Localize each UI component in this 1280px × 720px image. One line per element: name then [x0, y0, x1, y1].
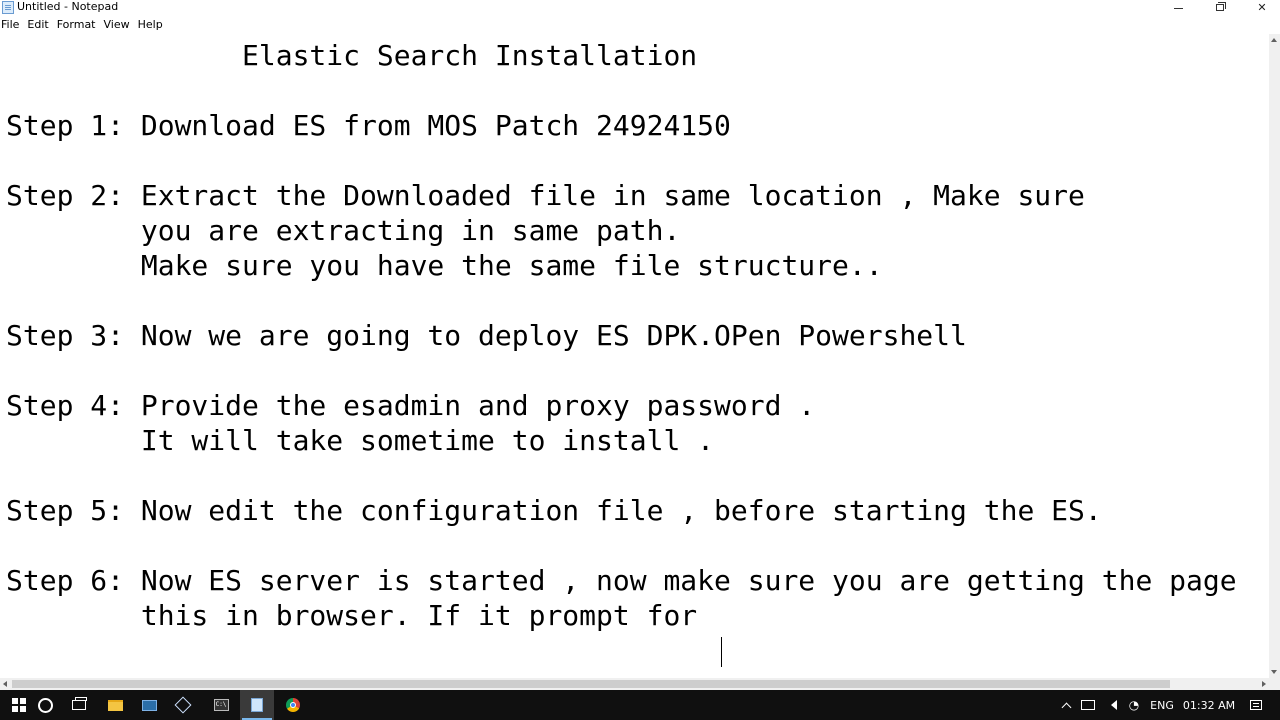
menu-bar: File Edit Format View Help — [0, 16, 1280, 34]
show-hidden-icons-button[interactable] — [1058, 690, 1074, 720]
notification-icon — [1250, 700, 1262, 710]
search-button[interactable] — [28, 690, 62, 720]
close-button[interactable]: ✕ — [1241, 0, 1280, 14]
wifi-tray-button[interactable]: ◔ — [1126, 690, 1142, 720]
chevron-up-icon — [1061, 702, 1071, 712]
title-bar[interactable]: Untitled - Notepad ✕ — [0, 0, 1280, 16]
minimize-button[interactable] — [1157, 0, 1199, 14]
horizontal-scroll-thumb[interactable] — [12, 680, 1170, 688]
speaker-icon — [1111, 700, 1117, 710]
network-tray-button[interactable] — [1078, 690, 1098, 720]
vertical-scrollbar[interactable] — [1269, 34, 1280, 678]
menu-view[interactable]: View — [104, 16, 136, 34]
scroll-down-icon[interactable] — [1271, 670, 1277, 674]
command-prompt-icon: C:\ — [213, 699, 229, 711]
taskbar-clock[interactable]: 01:32 AM — [1180, 690, 1238, 720]
network-icon — [1081, 700, 1095, 710]
language-indicator[interactable]: ENG — [1146, 690, 1178, 720]
minimize-icon — [1173, 7, 1183, 9]
cortana-search-icon — [37, 697, 53, 713]
notepad-icon — [251, 698, 263, 712]
restore-button[interactable] — [1199, 0, 1241, 14]
task-view-button[interactable] — [62, 690, 96, 720]
remote-desktop-button[interactable] — [132, 690, 166, 720]
notepad-app-icon[interactable] — [2, 1, 14, 14]
command-prompt-button[interactable]: C:\ — [204, 690, 238, 720]
document-text[interactable]: Elastic Search Installation Step 1: Down… — [6, 38, 1237, 633]
menu-help[interactable]: Help — [138, 16, 169, 34]
horizontal-scrollbar[interactable] — [0, 678, 1269, 690]
virtualbox-button[interactable] — [166, 690, 200, 720]
file-explorer-icon — [107, 699, 123, 711]
taskbar: C:\ ◔ ENG 01:32 AM — [0, 690, 1280, 720]
scroll-left-icon[interactable] — [3, 681, 7, 687]
task-view-icon — [72, 697, 87, 710]
volume-tray-button[interactable] — [1104, 690, 1124, 720]
notepad-taskbar-button[interactable] — [240, 690, 274, 720]
restore-icon — [1216, 1, 1226, 11]
text-editor[interactable]: Elastic Search Installation Step 1: Down… — [0, 34, 1269, 678]
menu-file[interactable]: File — [1, 16, 25, 34]
chrome-icon — [286, 698, 300, 712]
windows-start-icon — [12, 698, 26, 712]
text-caret — [721, 637, 722, 667]
menu-format[interactable]: Format — [57, 16, 102, 34]
wifi-icon: ◔ — [1128, 698, 1140, 712]
window-title: Untitled - Notepad — [17, 0, 119, 13]
virtualbox-icon — [174, 696, 192, 714]
scroll-up-icon[interactable] — [1271, 38, 1277, 42]
scrollbar-corner — [1269, 678, 1280, 690]
menu-edit[interactable]: Edit — [27, 16, 54, 34]
action-center-button[interactable] — [1244, 690, 1268, 720]
close-icon: ✕ — [1257, 0, 1267, 14]
remote-desktop-icon — [141, 699, 157, 711]
chrome-taskbar-button[interactable] — [276, 690, 310, 720]
file-explorer-button[interactable] — [98, 690, 132, 720]
scroll-right-icon[interactable] — [1262, 681, 1266, 687]
